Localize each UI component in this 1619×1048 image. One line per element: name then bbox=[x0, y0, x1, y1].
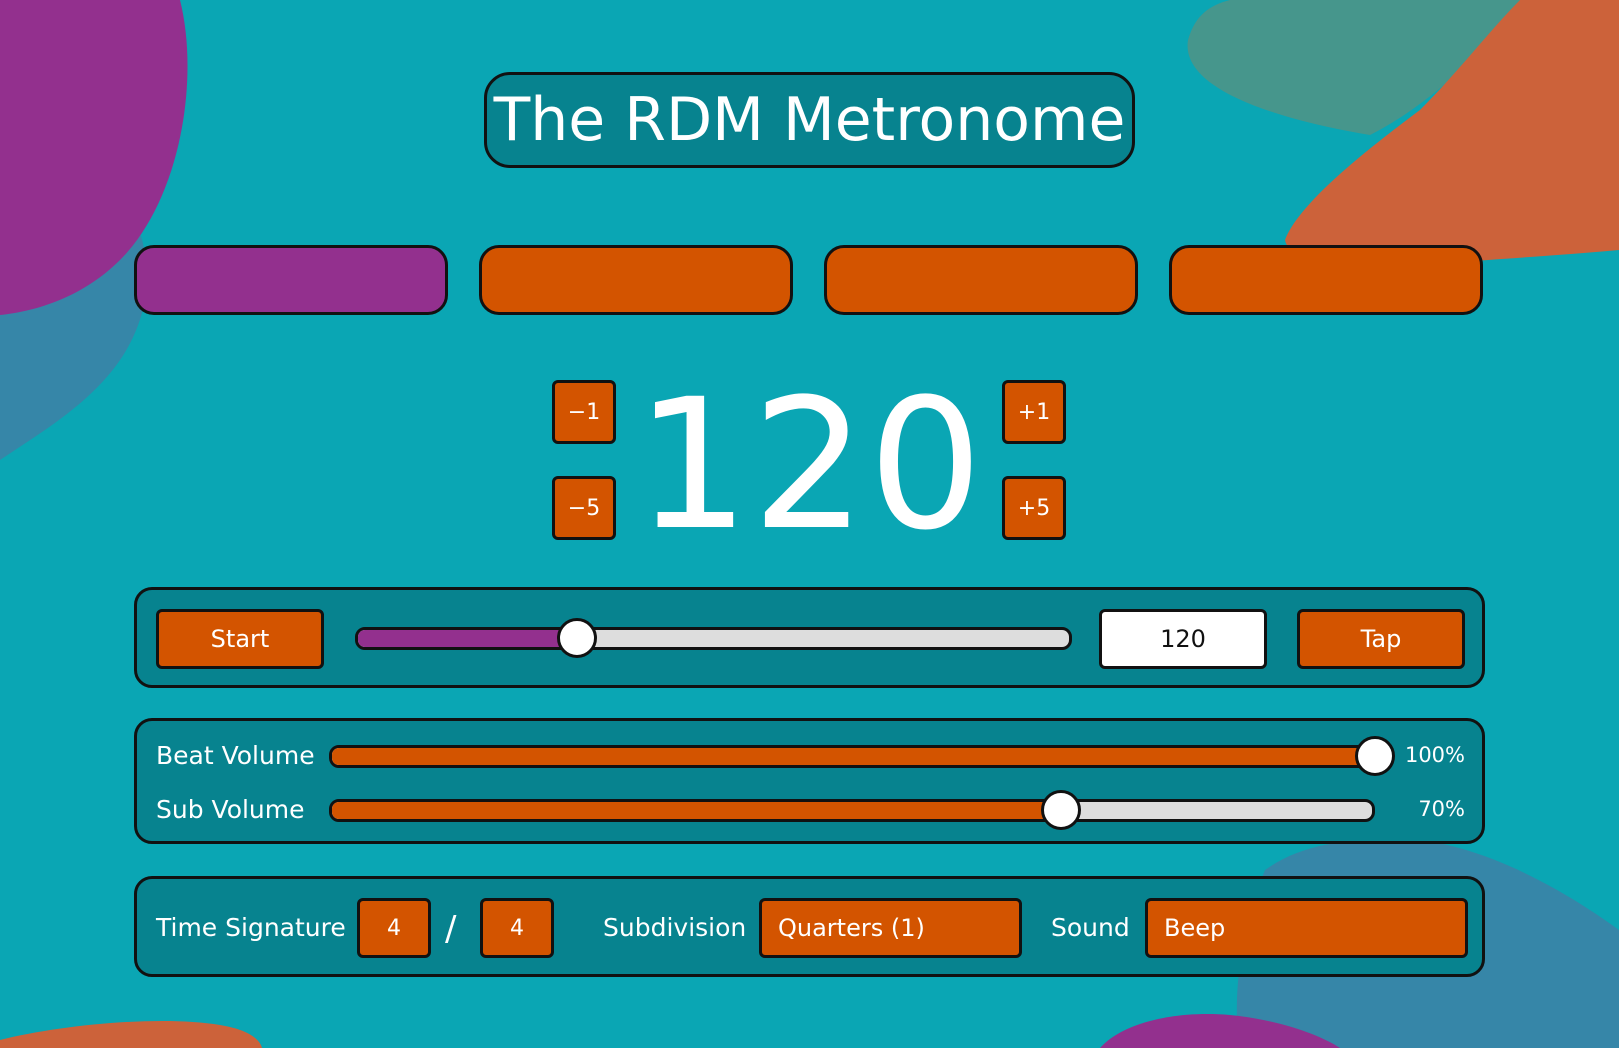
settings-panel: Time Signature 4 / 4 Subdivision Quarter… bbox=[134, 876, 1485, 977]
bpm-display: 120 bbox=[635, 360, 985, 570]
beat-volume-slider[interactable] bbox=[329, 745, 1375, 768]
tap-button[interactable]: Tap bbox=[1297, 609, 1465, 669]
tempo-slider-fill bbox=[358, 630, 579, 647]
sub-volume-label: Sub Volume bbox=[156, 795, 305, 824]
sound-label: Sound bbox=[1051, 913, 1130, 942]
beat-indicator-4 bbox=[1169, 245, 1483, 315]
start-button[interactable]: Start bbox=[156, 609, 324, 669]
tempo-slider[interactable] bbox=[355, 627, 1072, 650]
time-signature-numerator-select[interactable]: 4 bbox=[357, 898, 431, 958]
sub-volume-fill bbox=[332, 802, 1060, 819]
time-signature-denominator-select[interactable]: 4 bbox=[480, 898, 554, 958]
sub-volume-slider[interactable] bbox=[329, 799, 1375, 822]
beat-indicator-3 bbox=[824, 245, 1138, 315]
sub-volume-thumb[interactable] bbox=[1041, 790, 1082, 830]
subdivision-select[interactable]: Quarters (1) bbox=[759, 898, 1022, 958]
plus-1-button[interactable]: +1 bbox=[1002, 380, 1066, 444]
beat-indicator-1 bbox=[134, 245, 448, 315]
beat-indicator-2 bbox=[479, 245, 793, 315]
bpm-input[interactable]: 120 bbox=[1099, 609, 1267, 669]
beat-volume-label: Beat Volume bbox=[156, 741, 315, 770]
time-signature-label: Time Signature bbox=[156, 913, 346, 942]
blob-orange-bottom-left bbox=[0, 1020, 262, 1048]
plus-5-button[interactable]: +5 bbox=[1002, 476, 1066, 540]
beat-volume-percent: 100% bbox=[1404, 743, 1465, 767]
time-signature-separator: / bbox=[445, 909, 457, 949]
tempo-slider-thumb[interactable] bbox=[557, 618, 598, 658]
minus-5-button[interactable]: −5 bbox=[552, 476, 616, 540]
minus-1-button[interactable]: −1 bbox=[552, 380, 616, 444]
subdivision-label: Subdivision bbox=[603, 913, 747, 942]
app-title: The RDM Metronome bbox=[484, 72, 1135, 168]
volume-panel: Beat Volume 100% Sub Volume 70% bbox=[134, 718, 1485, 844]
sound-select[interactable]: Beep bbox=[1145, 898, 1468, 958]
sub-volume-percent: 70% bbox=[1418, 797, 1465, 821]
transport-panel: Start 120 Tap bbox=[134, 587, 1485, 688]
beat-volume-fill bbox=[332, 748, 1372, 765]
